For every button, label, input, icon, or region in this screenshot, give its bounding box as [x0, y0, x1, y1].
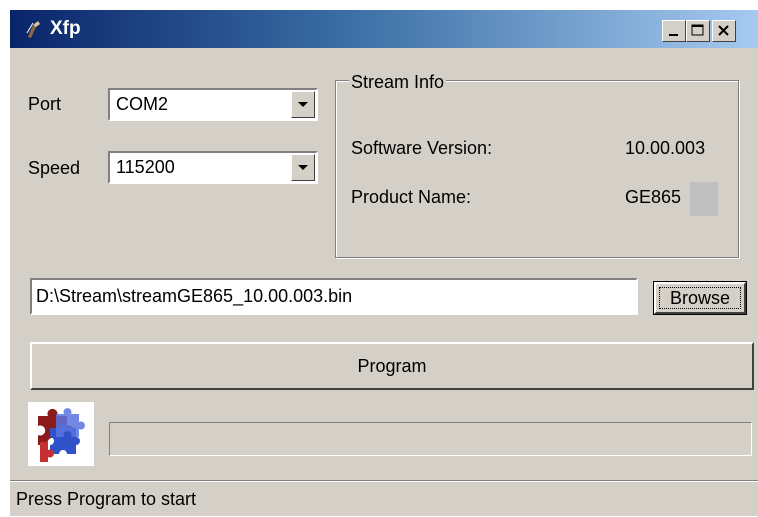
stream-info-group — [335, 80, 739, 258]
speed-label: Speed — [28, 158, 81, 178]
file-path-text: D:\Stream\streamGE865_10.00.003.bin — [36, 286, 353, 306]
puzzle-icon — [38, 408, 85, 462]
product-name-value: GE865 — [625, 187, 682, 207]
speed-select[interactable]: 115200 — [108, 151, 318, 184]
close-icon — [718, 25, 729, 36]
speed-dropdown-button[interactable] — [291, 154, 315, 181]
progress-bar — [109, 422, 752, 456]
close-button[interactable] — [712, 20, 736, 42]
app-icon — [26, 21, 40, 38]
browse-button[interactable]: Browse — [653, 281, 747, 315]
status-bar: Press Program to start — [10, 480, 758, 517]
browse-label: Browse — [669, 288, 731, 308]
product-name-label: Product Name: — [351, 187, 472, 207]
puzzle-logo — [28, 402, 94, 466]
program-label: Program — [357, 356, 427, 376]
software-version-value: 10.00.003 — [625, 138, 706, 158]
program-button[interactable]: Program — [30, 342, 754, 390]
software-version-label: Software Version: — [351, 138, 493, 158]
chevron-down-icon — [298, 102, 308, 107]
port-label: Port — [28, 94, 62, 114]
maximize-icon — [691, 24, 704, 36]
window-title: Xfp — [50, 18, 81, 39]
stream-info-title: Stream Info — [349, 72, 447, 93]
port-value: COM2 — [116, 94, 169, 114]
redacted-area — [690, 182, 718, 216]
minimize-button[interactable] — [662, 20, 686, 42]
port-select[interactable]: COM2 — [108, 88, 318, 121]
status-text: Press Program to start — [16, 489, 197, 509]
minimize-icon — [669, 34, 678, 36]
port-dropdown-button[interactable] — [291, 91, 315, 118]
maximize-button[interactable] — [686, 20, 710, 42]
file-path-input[interactable]: D:\Stream\streamGE865_10.00.003.bin — [30, 278, 638, 315]
title-bar[interactable]: Xfp — [10, 10, 758, 48]
xfp-window: Xfp Port COM2 Speed 115200 Stream Info S… — [10, 10, 758, 516]
chevron-down-icon — [298, 165, 308, 170]
speed-value: 115200 — [116, 157, 175, 177]
